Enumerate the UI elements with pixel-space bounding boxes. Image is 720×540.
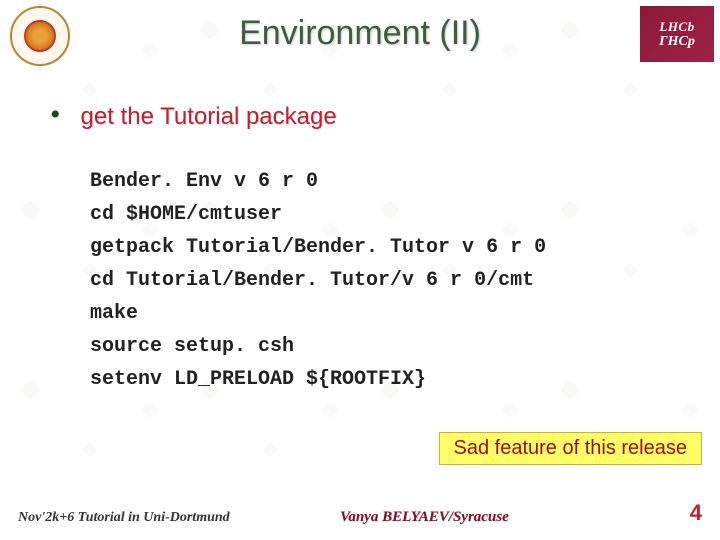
slide-content: • get the Tutorial package Bender. Env v…: [0, 70, 720, 396]
bullet-item: • get the Tutorial package: [50, 100, 670, 131]
code-block: Bender. Env v 6 r 0 cd $HOME/cmtuser get…: [90, 165, 670, 396]
lhcb-logo-line2: ГНСр: [659, 35, 695, 49]
syracuse-seal-icon: [10, 6, 70, 66]
bullet-text: get the Tutorial package: [81, 103, 337, 131]
note-callout: Sad feature of this release: [439, 432, 702, 465]
footer-center: Vanya BELYAEV/Syracuse: [340, 509, 509, 526]
slide-footer: Nov'2k+6 Tutorial in Uni-Dortmund Vanya …: [0, 500, 720, 526]
page-number: 4: [690, 500, 702, 526]
slide: Environment (II) LHCb ГНСр • get the Tut…: [0, 0, 720, 540]
bullet-marker-icon: •: [50, 100, 61, 130]
slide-title: Environment (II): [0, 0, 720, 53]
lhcb-logo-icon: LHCb ГНСр: [640, 6, 714, 62]
footer-left: Nov'2k+6 Tutorial in Uni-Dortmund: [18, 510, 230, 526]
slide-header: Environment (II) LHCb ГНСр: [0, 0, 720, 70]
lhcb-logo-line1: LHCb: [659, 20, 694, 33]
